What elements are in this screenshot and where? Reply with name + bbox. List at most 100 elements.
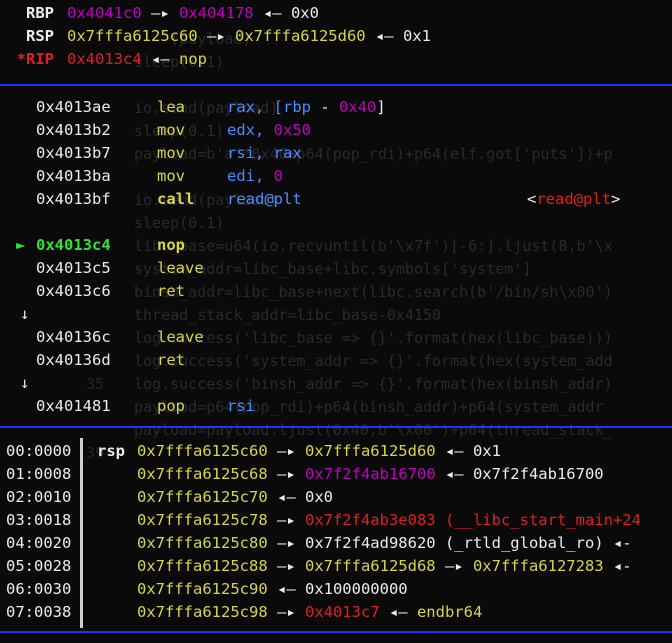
- stack-entry-part: —▸: [267, 511, 305, 529]
- register-final-value: 0x0: [290, 4, 319, 22]
- instruction-address: 0x4013c6: [36, 282, 111, 300]
- instruction-mnemonic: call: [157, 190, 195, 208]
- stack-entry: 0x7fffa6125c80 —▸ 0x7f2f4ad98620 (_rtld_…: [137, 532, 632, 554]
- operand-part: ]: [376, 98, 386, 116]
- instruction-address: 0x4013b7: [36, 144, 111, 162]
- pointer-arrow: ◂—: [141, 50, 179, 68]
- register-value: 0x7fffa6125c60: [67, 27, 198, 45]
- instruction-address: 0x4013b2: [36, 121, 111, 139]
- instruction-operands: rsi: [227, 395, 255, 417]
- stack-entry-part: 0x7fffa6125c70: [137, 488, 268, 506]
- call-target-comment: <read@plt>: [527, 188, 620, 210]
- stack-entry-part: —▸: [435, 557, 473, 575]
- stack-entry-part: ◂—: [435, 465, 473, 483]
- instruction-mnemonic: mov: [157, 144, 185, 162]
- stack-index: 05:0028: [6, 557, 72, 575]
- instruction-address: 0x4013c4: [36, 236, 111, 254]
- stack-entry-part: ◂—: [435, 442, 473, 460]
- instruction-operands: read@plt: [227, 188, 302, 210]
- stack-entry-part: 0x7fffa6125c88: [137, 557, 268, 575]
- instruction-mnemonic: mov: [157, 167, 185, 185]
- separator-disasm-stack: [0, 426, 672, 428]
- operand-part: edx,: [227, 121, 274, 139]
- operand-part: read@plt: [227, 190, 302, 208]
- current-instruction-marker: ►: [16, 236, 26, 254]
- instruction-address: 0x4013bf: [36, 190, 111, 208]
- instruction-mnemonic: mov: [157, 121, 185, 139]
- pointer-arrow: —▸: [197, 27, 235, 45]
- register-deref-value: 0x404178: [178, 4, 254, 22]
- stack-entry-part: 0x7fffa6125c68: [137, 465, 268, 483]
- operand-part: rbp: [283, 98, 311, 116]
- stack-entry: 0x7fffa6125c60 —▸ 0x7fffa6125d60 ◂— 0x1: [137, 440, 501, 462]
- operand-part: 0x50: [273, 121, 311, 139]
- gdb-terminal: RBP 0x4041c0 —▸ 0x404178 ◂— 0x0 RSP 0x7fffa…: [0, 0, 672, 643]
- flow-down-arrow: ↓: [20, 374, 30, 392]
- stack-index: 01:0008: [6, 465, 72, 483]
- register-values: 0x7fffa6125c60 —▸ 0x7fffa6125d60 ◂— 0x1: [67, 25, 431, 47]
- register-name: *RIP: [16, 50, 54, 68]
- stack-index: 00:0000: [6, 442, 72, 460]
- register-value: 0x4041c0: [67, 4, 142, 22]
- stack-entry: 0x7fffa6125c78 —▸ 0x7f2f4ab3e083 (__libc…: [137, 509, 641, 531]
- stack-entry-part: 0x7fffa6127283: [472, 557, 604, 575]
- stack-entry-part: 0x7fffa6125c98: [137, 603, 268, 621]
- instruction-address: 0x4013c5: [36, 259, 111, 277]
- stack-entry-part: endbr64: [416, 603, 483, 621]
- instruction-operands: rax, [rbp - 0x40]: [227, 96, 386, 118]
- register-values: 0x4041c0 —▸ 0x404178 ◂— 0x0: [67, 2, 319, 24]
- stack-entry-part: 0x7fffa6125c60: [137, 442, 268, 460]
- stack-entry-part: 0x7f2f4ab16700: [472, 465, 604, 483]
- register-name: RBP: [26, 4, 54, 22]
- stack-entry: 0x7fffa6125c90 ◂— 0x100000000: [137, 578, 408, 600]
- instruction-address: 0x401481: [36, 397, 111, 415]
- operand-part: 0x40: [339, 98, 377, 116]
- stack-entry: 0x7fffa6125c68 —▸ 0x7f2f4ab16700 ◂— 0x7f…: [137, 463, 604, 485]
- stack-entry-part: —▸: [267, 465, 305, 483]
- operand-part: rsi: [227, 397, 255, 415]
- stack-entry-part: 0x7fffa6125c90: [137, 580, 268, 598]
- stack-index: 07:0038: [6, 603, 72, 621]
- stack-register-label: rsp: [97, 442, 125, 460]
- stack-index: 04:0020: [6, 534, 72, 552]
- instruction-address: 0x4013ae: [36, 98, 111, 116]
- instruction-mnemonic: pop: [157, 397, 185, 415]
- register-final-value: 0x1: [402, 27, 431, 45]
- pointer-arrow: ◂—: [253, 4, 291, 22]
- instruction-operands: edi, 0: [227, 165, 283, 187]
- stack-entry-part: —▸: [267, 603, 305, 621]
- stack-entry-part: 0x7fffa6125d68: [304, 557, 436, 575]
- instruction-mnemonic: nop: [157, 236, 185, 254]
- instruction-operands: edx, 0x50: [227, 119, 311, 141]
- stack-entry-part: 0x4013c7: [304, 603, 380, 621]
- pointer-arrow: ◂—: [365, 27, 403, 45]
- stack-entry-part: ◂—: [267, 488, 305, 506]
- register-deref-value: 0x7fffa6125d60: [234, 27, 366, 45]
- instruction-mnemonic: ret: [157, 351, 185, 369]
- stack-entry-part: 0x7f2f4ad98620: [304, 534, 436, 552]
- flow-down-arrow: ↓: [20, 305, 30, 323]
- register-deref-value: nop: [178, 50, 207, 68]
- instruction-mnemonic: lea: [157, 98, 185, 116]
- operand-part: edi,: [227, 167, 274, 185]
- stack-entry-part: (__libc_start_main+24: [435, 511, 641, 529]
- register-name: RSP: [26, 27, 54, 45]
- stack-entry: 0x7fffa6125c88 —▸ 0x7fffa6125d68 —▸ 0x7f…: [137, 555, 632, 577]
- comment-bracket: >: [611, 190, 621, 208]
- stack-entry-part: —▸: [267, 534, 305, 552]
- register-value: 0x4013c4: [67, 50, 142, 68]
- stack-entry: 0x7fffa6125c70 ◂— 0x0: [137, 486, 333, 508]
- stack-entry-part: 0x7fffa6125c80: [137, 534, 268, 552]
- operand-part: 0: [273, 167, 284, 185]
- instruction-mnemonic: leave: [157, 328, 204, 346]
- instruction-address: 0x4013ba: [36, 167, 111, 185]
- stack-entry-part: ◂—: [267, 580, 305, 598]
- separator-registers-disasm: [0, 84, 672, 86]
- instruction-address: 0x40136c: [36, 328, 111, 346]
- stack-entry-part: —▸: [267, 442, 305, 460]
- stack-index: 02:0010: [6, 488, 72, 506]
- separator-stack-end: [0, 631, 672, 633]
- stack-entry: 0x7fffa6125c98 —▸ 0x4013c7 ◂— endbr64: [137, 601, 482, 623]
- instruction-mnemonic: leave: [157, 259, 204, 277]
- stack-entry-part: ◂-: [603, 557, 632, 575]
